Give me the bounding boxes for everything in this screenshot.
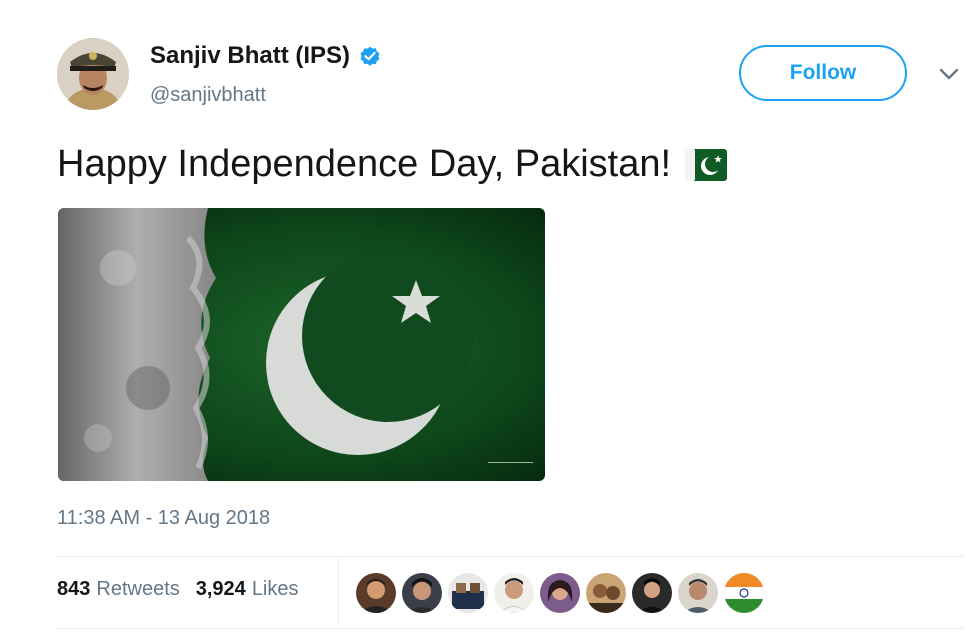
author-name[interactable]: Sanjiv Bhatt (IPS)	[150, 42, 350, 70]
stats-divider-bottom	[57, 628, 964, 629]
follow-button[interactable]: Follow	[739, 45, 907, 101]
likes-count[interactable]: 3,924	[196, 578, 246, 601]
retweets-label[interactable]: Retweets	[96, 578, 179, 601]
likes-label[interactable]: Likes	[252, 578, 299, 601]
liker-avatar-9[interactable]	[724, 573, 764, 613]
stats-divider-top	[57, 556, 964, 557]
tweet-timestamp[interactable]: 11:38 AM - 13 Aug 2018	[57, 507, 270, 530]
liker-avatar-7[interactable]	[632, 573, 672, 613]
liked-by-avatars	[356, 573, 770, 613]
pakistan-flag-image-icon	[58, 208, 545, 481]
tweet-text: Happy Independence Day, Pakistan!	[57, 143, 728, 186]
pakistan-flag-emoji-icon	[685, 148, 728, 181]
author-name-row[interactable]: Sanjiv Bhatt (IPS)	[150, 42, 382, 70]
stats-separator	[338, 558, 339, 624]
tweet-text-content: Happy Independence Day, Pakistan!	[57, 143, 672, 185]
verified-badge-icon	[360, 46, 380, 66]
chevron-down-icon[interactable]	[937, 64, 961, 84]
liker-avatar-1[interactable]	[356, 573, 396, 613]
tweet-stats: 843 Retweets 3,924 Likes	[57, 578, 299, 601]
liker-avatar-4[interactable]	[494, 573, 534, 613]
author-avatar[interactable]	[57, 38, 129, 110]
tweet-media-image[interactable]	[58, 208, 545, 481]
liker-avatar-8[interactable]	[678, 573, 718, 613]
avatar-police-officer-icon	[57, 38, 129, 110]
liker-avatar-3[interactable]	[448, 573, 488, 613]
retweets-count[interactable]: 843	[57, 578, 90, 601]
liker-avatar-2[interactable]	[402, 573, 442, 613]
liker-avatar-6[interactable]	[586, 573, 626, 613]
author-handle[interactable]: @sanjivbhatt	[150, 84, 266, 107]
liker-avatar-5[interactable]	[540, 573, 580, 613]
